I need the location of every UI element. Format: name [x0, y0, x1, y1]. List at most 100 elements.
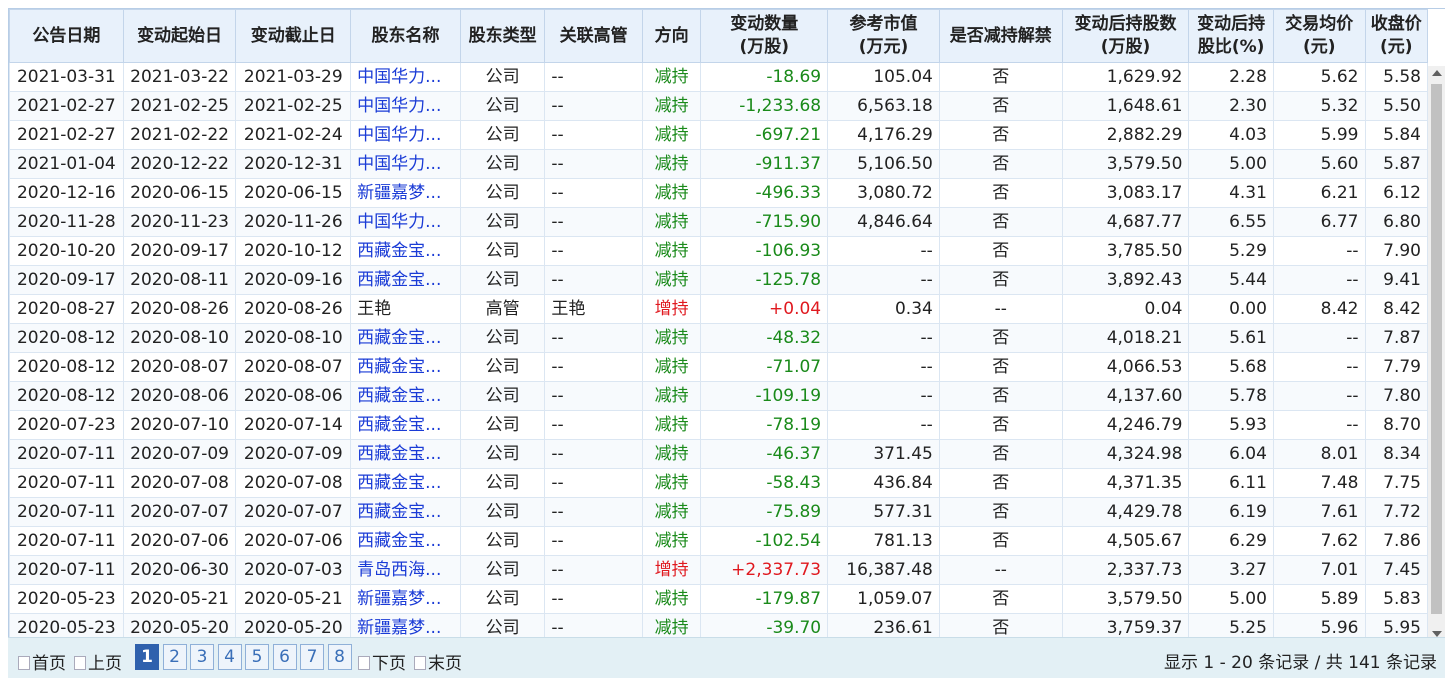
- first-page-link[interactable]: 首页: [18, 649, 66, 674]
- table-row[interactable]: 2020-05-23 2020-05-21 2020-05-21 新疆嘉梦... 公司 -…: [9, 584, 1428, 614]
- table-row[interactable]: 2020-11-28 2020-11-23 2020-11-26 中国华力... 公司 -…: [9, 207, 1428, 237]
- holder-name-link[interactable]: 中国华力...: [350, 62, 461, 92]
- column-header-label: 方向: [654, 25, 689, 46]
- holder-change-table: 公告日期 变动起始日 变动截止日 股东名称 股东类型 关联高管 方向 变动数量 (万股) 参考市值…: [9, 9, 1428, 637]
- column-header[interactable]: 关联高管: [544, 9, 643, 63]
- column-header-label: (万元): [858, 37, 909, 57]
- next-page-link[interactable]: 下页: [358, 649, 406, 674]
- column-header[interactable]: 公告日期: [9, 9, 124, 63]
- column-header[interactable]: 股东类型: [459, 9, 546, 63]
- change-amount-cell: -75.89: [700, 497, 829, 527]
- table-cell: 2021-03-29: [235, 62, 352, 92]
- table-cell: 2020-09-16: [235, 265, 352, 295]
- table-row[interactable]: 2020-08-12 2020-08-07 2020-08-07 西藏金宝... 公司 -…: [9, 352, 1428, 382]
- table-cell: 4,066.53: [1061, 352, 1190, 382]
- table-cell: 7.75: [1364, 468, 1428, 498]
- page-number-button[interactable]: 7: [300, 644, 324, 670]
- holder-name-link[interactable]: 西藏金宝...: [350, 468, 461, 498]
- table-cell: 否: [938, 439, 1063, 469]
- holder-name-link[interactable]: 西藏金宝...: [350, 352, 461, 382]
- holder-name-link[interactable]: 中国华力...: [350, 207, 461, 237]
- table-cell: --: [544, 381, 643, 411]
- page-number-button[interactable]: 1: [135, 644, 159, 670]
- holder-name-link[interactable]: 西藏金宝...: [350, 381, 461, 411]
- table-cell: 2020-07-14: [235, 410, 352, 440]
- table-cell: 5.00: [1188, 149, 1274, 179]
- table-row[interactable]: 2021-02-27 2021-02-25 2021-02-25 中国华力... 公司 -…: [9, 91, 1428, 121]
- holder-name-link[interactable]: 中国华力...: [350, 149, 461, 179]
- prev-page-link[interactable]: 上页: [74, 649, 122, 674]
- table-row[interactable]: 2021-03-31 2021-03-22 2021-03-29 中国华力... 公司 -…: [9, 62, 1428, 92]
- table-cell: 236.61: [827, 613, 940, 637]
- table-row[interactable]: 2020-07-11 2020-06-30 2020-07-03 青岛西海... 公司 -…: [9, 555, 1428, 585]
- column-header[interactable]: 变动后持股数 (万股): [1061, 9, 1190, 63]
- column-header-label: 股东名称: [371, 25, 440, 46]
- holder-name-link[interactable]: 中国华力...: [350, 91, 461, 121]
- column-header[interactable]: 方向: [641, 9, 702, 63]
- page-number-button[interactable]: 3: [190, 644, 214, 670]
- table-row[interactable]: 2020-08-12 2020-08-06 2020-08-06 西藏金宝... 公司 -…: [9, 381, 1428, 411]
- table-cell: 2021-02-27: [9, 91, 124, 121]
- table-row[interactable]: 2020-07-11 2020-07-07 2020-07-07 西藏金宝... 公司 -…: [9, 497, 1428, 527]
- holder-name-link[interactable]: 中国华力...: [350, 120, 461, 150]
- table-row[interactable]: 2020-12-16 2020-06-15 2020-06-15 新疆嘉梦... 公司 -…: [9, 178, 1428, 208]
- page-number-button[interactable]: 8: [327, 644, 352, 670]
- table-cell: --: [1272, 352, 1366, 382]
- holder-name-link[interactable]: 西藏金宝...: [350, 265, 461, 295]
- page-number-button[interactable]: 6: [272, 644, 297, 670]
- table-cell: 2.30: [1188, 91, 1274, 121]
- table-row[interactable]: 2021-01-04 2020-12-22 2020-12-31 中国华力... 公司 -…: [9, 149, 1428, 179]
- holder-name-link[interactable]: 西藏金宝...: [350, 497, 461, 527]
- table-cell: 2020-06-15: [235, 178, 352, 208]
- column-header[interactable]: 变动后持 股比(%): [1188, 9, 1274, 63]
- table-cell: 1,629.92: [1061, 62, 1190, 92]
- table-cell: 2020-07-11: [9, 497, 124, 527]
- table-cell: 7.01: [1272, 555, 1366, 585]
- table-row[interactable]: 2020-07-11 2020-07-09 2020-07-09 西藏金宝... 公司 -…: [9, 439, 1428, 469]
- column-header[interactable]: 变动数量 (万股): [700, 9, 829, 63]
- column-header[interactable]: 参考市值 (万元): [827, 9, 940, 63]
- table-cell: 6.11: [1188, 468, 1274, 498]
- table-row[interactable]: 2020-09-17 2020-08-11 2020-09-16 西藏金宝... 公司 -…: [9, 265, 1428, 295]
- holder-name-link[interactable]: 西藏金宝...: [350, 439, 461, 469]
- holder-name-link[interactable]: 西藏金宝...: [350, 526, 461, 556]
- table-cell: 4,176.29: [827, 120, 940, 150]
- column-header[interactable]: 交易均价 (元): [1272, 9, 1366, 63]
- table-cell: 8.01: [1272, 439, 1366, 469]
- holder-name-link[interactable]: 新疆嘉梦...: [350, 613, 461, 637]
- table-row[interactable]: 2020-07-11 2020-07-08 2020-07-08 西藏金宝... 公司 -…: [9, 468, 1428, 498]
- page-number-button[interactable]: 5: [245, 644, 269, 670]
- column-header[interactable]: 变动截止日: [235, 9, 352, 63]
- holder-name-link[interactable]: 西藏金宝...: [350, 323, 461, 353]
- scroll-thumb[interactable]: [1431, 84, 1442, 614]
- vertical-scrollbar[interactable]: [1428, 66, 1445, 640]
- table-cell: 2020-12-31: [235, 149, 352, 179]
- column-header[interactable]: 收盘价 (元): [1364, 9, 1428, 63]
- last-page-link[interactable]: 末页: [414, 649, 462, 674]
- holder-name-link[interactable]: 新疆嘉梦...: [350, 584, 461, 614]
- column-header[interactable]: 变动起始日: [122, 9, 237, 63]
- column-header[interactable]: 股东名称: [350, 9, 461, 63]
- table-cell: 8.42: [1272, 294, 1366, 324]
- table-cell: 4,687.77: [1061, 207, 1190, 237]
- table-row[interactable]: 2020-05-23 2020-05-20 2020-05-20 新疆嘉梦... 公司 -…: [9, 613, 1428, 637]
- page-number-button[interactable]: 2: [162, 644, 187, 670]
- table-cell: --: [544, 265, 643, 295]
- holder-name-link[interactable]: 西藏金宝...: [350, 236, 461, 266]
- holder-name-link[interactable]: 新疆嘉梦...: [350, 178, 461, 208]
- table-row[interactable]: 2020-07-11 2020-07-06 2020-07-06 西藏金宝... 公司 -…: [9, 526, 1428, 556]
- table-cell: 371.45: [827, 439, 940, 469]
- scroll-up-icon[interactable]: [1432, 70, 1442, 76]
- column-header[interactable]: 是否减持解禁: [938, 9, 1063, 63]
- table-row[interactable]: 2020-10-20 2020-09-17 2020-10-12 西藏金宝... 公司 -…: [9, 236, 1428, 266]
- holder-name-link[interactable]: 青岛西海...: [350, 555, 461, 585]
- table-row[interactable]: 2020-08-12 2020-08-10 2020-08-10 西藏金宝... 公司 -…: [9, 323, 1428, 353]
- table-row[interactable]: 2021-02-27 2021-02-22 2021-02-24 中国华力... 公司 -…: [9, 120, 1428, 150]
- page-number-button[interactable]: 4: [217, 644, 242, 670]
- holder-name-link: 王艳: [350, 294, 461, 324]
- table-row[interactable]: 2020-07-23 2020-07-10 2020-07-14 西藏金宝... 公司 -…: [9, 410, 1428, 440]
- direction-cell: 减持: [641, 149, 702, 179]
- table-row[interactable]: 2020-08-27 2020-08-26 2020-08-26 王艳 高管 王艳 增持 +0…: [9, 294, 1428, 324]
- holder-name-link[interactable]: 西藏金宝...: [350, 410, 461, 440]
- table-cell: 0.00: [1188, 294, 1274, 324]
